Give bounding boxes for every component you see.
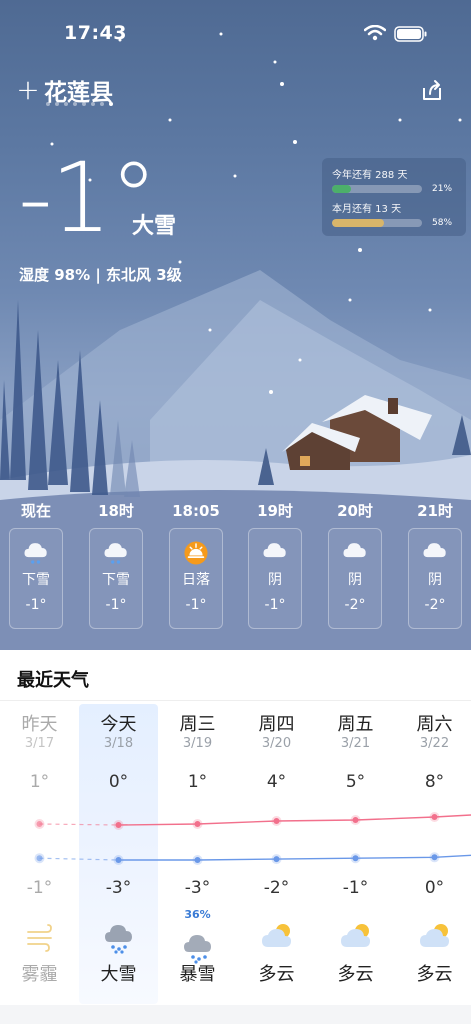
hourly-condition: 阴 (428, 572, 442, 588)
hourly-card[interactable]: 阴 -2° (408, 528, 462, 629)
hourly-condition: 阴 (268, 572, 282, 588)
year-progress-track (332, 185, 422, 193)
month-progress-label: 本月还有 13 天 (332, 204, 402, 215)
high-temp-point (194, 821, 201, 827)
high-temp-point (273, 818, 280, 824)
temperature-trend-chart (34, 812, 471, 865)
month-progress-fill (332, 219, 385, 227)
recent-weather-panel: 最近天气 昨天 3/17 1° -1° 雾霾 今天 3/18 0° -3° 大雪周… (0, 650, 471, 1024)
cloud-icon (261, 539, 289, 563)
hourly-time: 18时 (98, 502, 134, 520)
status-bar: 17:43 (0, 22, 471, 48)
month-progress-percent: 58% (432, 218, 453, 228)
high-temp-point (431, 814, 438, 820)
low-temp-point (273, 856, 280, 863)
year-progress-percent: 21% (432, 184, 453, 194)
hourly-temp: -1° (264, 597, 286, 613)
hourly-card[interactable]: 阴 -1° (248, 528, 302, 629)
page-dot[interactable] (64, 102, 68, 106)
hourly-item: 现在 下雪 -1° (8, 498, 64, 629)
month-progress: 本月还有 13 天 58% (332, 200, 456, 228)
hourly-card[interactable]: 下雪 -1° (9, 528, 63, 629)
hourly-item: 18:05 日落 -1° (168, 498, 224, 629)
hourly-temp: -2° (424, 597, 446, 613)
high-temp-point (115, 822, 122, 828)
hourly-time: 19时 (257, 502, 293, 520)
hourly-temp: -2° (344, 597, 366, 613)
humidity-wind: 湿度 98% | 东北风 3级 (19, 266, 182, 284)
hourly-condition: 下雪 (22, 572, 50, 588)
hourly-item: 21时 阴 -2° (407, 498, 463, 629)
hourly-item: 18时 下雪 -1° (88, 498, 144, 629)
page-dot[interactable] (82, 102, 86, 106)
low-temp-point (352, 855, 359, 862)
low-temp-point (36, 855, 43, 862)
page-dot[interactable] (73, 102, 77, 106)
hourly-item: 20时 阴 -2° (327, 498, 383, 629)
hourly-card[interactable]: 下雪 -1° (89, 528, 143, 629)
low-temp-point (194, 857, 201, 863)
snow-cloud-icon (102, 539, 130, 564)
hourly-time: 18:05 (172, 502, 220, 520)
snow-cloud-icon (22, 539, 50, 564)
low-temp-line (118, 854, 471, 861)
sunset-icon (182, 539, 210, 565)
year-progress-label: 今年还有 288 天 (332, 170, 408, 181)
hourly-condition: 日落 (182, 572, 210, 588)
year-progress-fill (332, 185, 351, 193)
hourly-temp: -1° (105, 597, 127, 613)
weather-scene: 17:43 + 花莲县 -1° 大雪 湿度 98% | 东北风 3级 今年还有 … (0, 0, 471, 650)
cloud-icon (421, 539, 449, 563)
year-progress: 今年还有 288 天 21% (332, 166, 456, 194)
page-dot[interactable] (109, 102, 113, 106)
page-indicator (46, 102, 113, 106)
high-temp-line (118, 814, 471, 826)
hourly-item: 19时 阴 -1° (247, 498, 303, 629)
high-temp-point (36, 821, 43, 827)
hourly-condition: 下雪 (102, 572, 130, 588)
hourly-condition: 阴 (348, 572, 362, 588)
share-icon[interactable] (420, 78, 444, 102)
cloud-icon (341, 539, 369, 563)
low-temp-point (115, 857, 122, 863)
page-dot[interactable] (55, 102, 59, 106)
low-temp-point (431, 854, 438, 861)
high-temp-point (352, 817, 359, 823)
hourly-time: 20时 (337, 502, 373, 520)
hourly-time: 现在 (20, 502, 51, 520)
page-dot[interactable] (46, 102, 50, 106)
hourly-temp: -1° (25, 597, 47, 613)
countdown-card: 今年还有 288 天 21% 本月还有 13 天 58% (322, 158, 466, 236)
low-temp-past-segment (39, 857, 119, 861)
current-condition: 大雪 (132, 214, 177, 239)
hourly-time: 21时 (417, 502, 453, 520)
month-progress-track (332, 219, 422, 227)
hourly-temp: -1° (185, 597, 207, 613)
page-dot[interactable] (91, 102, 95, 106)
hourly-card[interactable]: 日落 -1° (169, 528, 223, 629)
page-dot[interactable] (100, 102, 104, 106)
battery-icon (394, 26, 427, 42)
status-time: 17:43 (64, 22, 127, 44)
high-temp-past-segment (39, 823, 119, 826)
hourly-card[interactable]: 阴 -2° (328, 528, 382, 629)
plus-icon[interactable]: + (16, 76, 40, 104)
wifi-icon (364, 25, 386, 41)
